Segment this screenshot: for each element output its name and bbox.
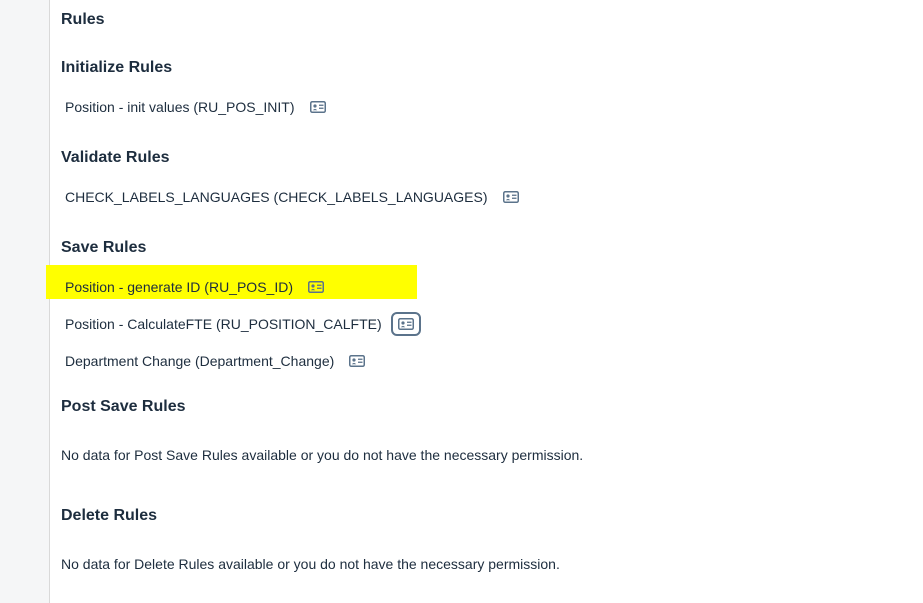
rule-item-check-labels-languages: CHECK_LABELS_LANGUAGES (CHECK_LABELS_LAN… (65, 185, 522, 209)
business-card-icon[interactable] (307, 98, 329, 116)
business-card-icon[interactable] (346, 352, 368, 370)
rules-panel: Rules Initialize Rules Position - init v… (46, 0, 923, 603)
validate-rules-heading: Validate Rules (61, 149, 170, 166)
delete-empty-message: No data for Delete Rules available or yo… (61, 556, 560, 572)
post-save-empty-message: No data for Post Save Rules available or… (61, 447, 584, 463)
rule-item-department-change: Department Change (Department_Change) (65, 349, 368, 373)
save-rules-heading: Save Rules (61, 239, 147, 256)
page-title: Rules (61, 11, 105, 28)
rule-link[interactable]: Position - init values (RU_POS_INIT) (65, 99, 295, 115)
business-card-icon[interactable] (500, 188, 522, 206)
business-card-icon[interactable] (305, 278, 327, 296)
rule-link[interactable]: Position - CalculateFTE (RU_POSITION_CAL… (65, 316, 382, 332)
rule-link[interactable]: Position - generate ID (RU_POS_ID) (65, 279, 293, 295)
initialize-rules-heading: Initialize Rules (61, 59, 173, 76)
post-save-rules-heading: Post Save Rules (61, 398, 186, 415)
rule-link[interactable]: CHECK_LABELS_LANGUAGES (CHECK_LABELS_LAN… (65, 189, 488, 205)
rule-link[interactable]: Department Change (Department_Change) (65, 353, 334, 369)
left-rail (0, 0, 50, 603)
business-card-icon[interactable] (390, 312, 421, 336)
delete-rules-heading: Delete Rules (61, 507, 158, 524)
rule-item-ru-position-calfte: Position - CalculateFTE (RU_POSITION_CAL… (65, 312, 421, 336)
rule-item-ru-pos-id: Position - generate ID (RU_POS_ID) (65, 275, 327, 299)
rule-item-ru-pos-init: Position - init values (RU_POS_INIT) (65, 95, 329, 119)
